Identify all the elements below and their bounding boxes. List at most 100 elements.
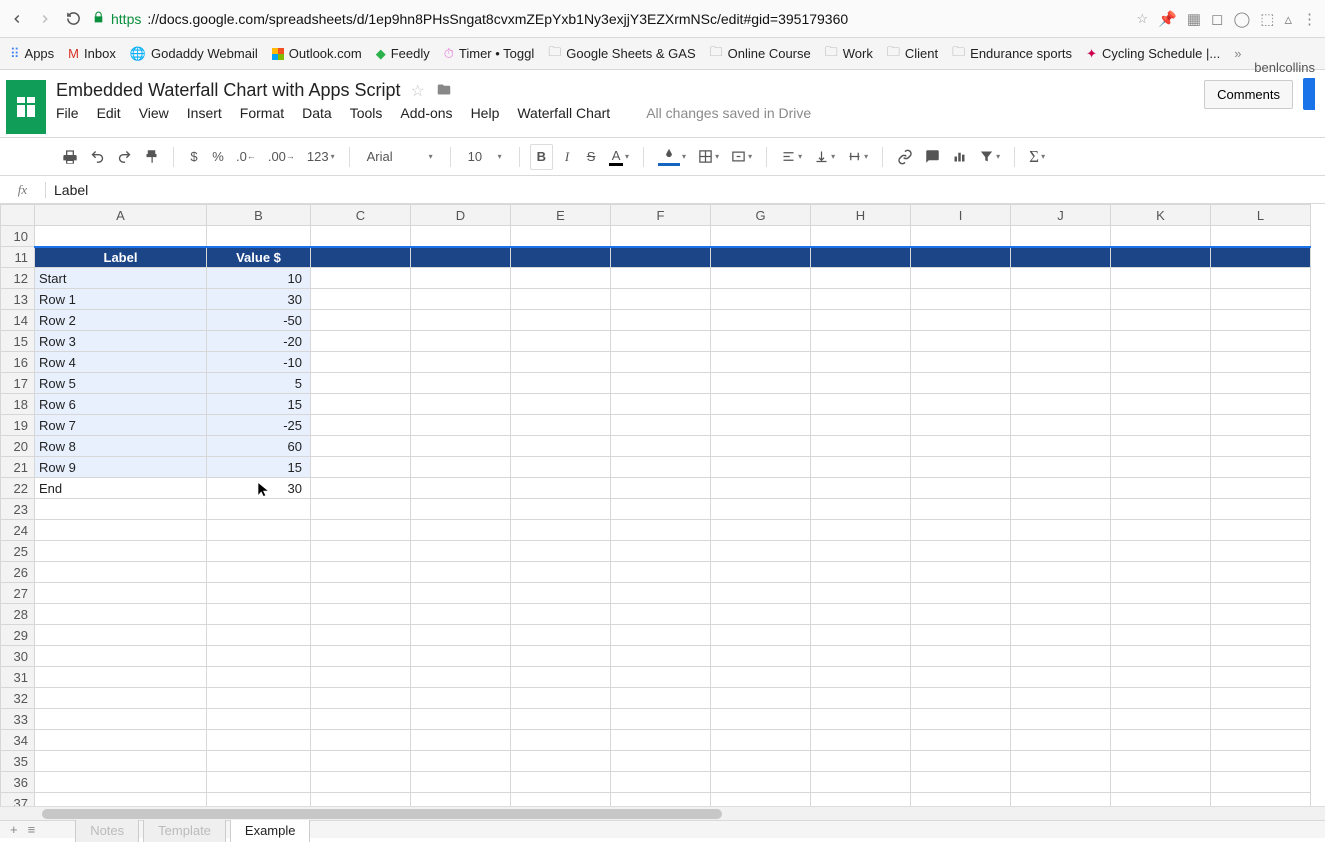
cell-E24[interactable] xyxy=(511,520,611,541)
cell-H26[interactable] xyxy=(811,562,911,583)
cell-C18[interactable] xyxy=(311,394,411,415)
row-header-20[interactable]: 20 xyxy=(1,436,35,457)
cell-K10[interactable] xyxy=(1111,226,1211,247)
cell-L36[interactable] xyxy=(1211,772,1311,793)
cell-B35[interactable] xyxy=(207,751,311,772)
dec-decrease[interactable]: .0← xyxy=(232,144,260,170)
row-header-23[interactable]: 23 xyxy=(1,499,35,520)
menu-edit[interactable]: Edit xyxy=(97,105,121,121)
cell-A36[interactable] xyxy=(35,772,207,793)
cell-D32[interactable] xyxy=(411,688,511,709)
cell-C29[interactable] xyxy=(311,625,411,646)
cell-A11[interactable]: Label xyxy=(35,247,207,268)
bookmark-item[interactable]: 🗀Endurance sports xyxy=(952,43,1072,65)
cell-L13[interactable] xyxy=(1211,289,1311,310)
share-button[interactable] xyxy=(1303,78,1315,110)
cell-G13[interactable] xyxy=(711,289,811,310)
cell-C26[interactable] xyxy=(311,562,411,583)
row-header-10[interactable]: 10 xyxy=(1,226,35,247)
select-all-corner[interactable] xyxy=(1,205,35,226)
ext-icon[interactable]: ▵ xyxy=(1284,10,1292,28)
cell-B12[interactable]: 10 xyxy=(207,268,311,289)
cell-K32[interactable] xyxy=(1111,688,1211,709)
cell-K21[interactable] xyxy=(1111,457,1211,478)
cell-E23[interactable] xyxy=(511,499,611,520)
col-header-H[interactable]: H xyxy=(811,205,911,226)
row-header-30[interactable]: 30 xyxy=(1,646,35,667)
cell-C24[interactable] xyxy=(311,520,411,541)
address-bar[interactable]: https://docs.google.com/spreadsheets/d/1… xyxy=(92,11,1127,27)
cell-J37[interactable] xyxy=(1011,793,1111,807)
col-header-K[interactable]: K xyxy=(1111,205,1211,226)
cell-L30[interactable] xyxy=(1211,646,1311,667)
row-header-27[interactable]: 27 xyxy=(1,583,35,604)
cell-E28[interactable] xyxy=(511,604,611,625)
ext-icon[interactable]: ▦ xyxy=(1187,10,1201,28)
sheets-logo-icon[interactable] xyxy=(6,80,46,134)
cell-F17[interactable] xyxy=(611,373,711,394)
cell-I16[interactable] xyxy=(911,352,1011,373)
cell-C34[interactable] xyxy=(311,730,411,751)
cell-L35[interactable] xyxy=(1211,751,1311,772)
cell-L19[interactable] xyxy=(1211,415,1311,436)
cell-L21[interactable] xyxy=(1211,457,1311,478)
cell-K27[interactable] xyxy=(1111,583,1211,604)
cell-E14[interactable] xyxy=(511,310,611,331)
cell-J20[interactable] xyxy=(1011,436,1111,457)
cell-E27[interactable] xyxy=(511,583,611,604)
cell-K30[interactable] xyxy=(1111,646,1211,667)
row-header-26[interactable]: 26 xyxy=(1,562,35,583)
bookmarks-overflow-icon[interactable]: » xyxy=(1234,46,1241,61)
font-select[interactable]: Arial▾ xyxy=(360,144,440,170)
cell-K24[interactable] xyxy=(1111,520,1211,541)
add-sheet-icon[interactable]: + xyxy=(10,822,18,837)
cell-D15[interactable] xyxy=(411,331,511,352)
cell-B28[interactable] xyxy=(207,604,311,625)
cell-E18[interactable] xyxy=(511,394,611,415)
cell-F16[interactable] xyxy=(611,352,711,373)
ext-icon[interactable]: ◯ xyxy=(1233,10,1250,28)
cell-L16[interactable] xyxy=(1211,352,1311,373)
cell-A24[interactable] xyxy=(35,520,207,541)
cell-B10[interactable] xyxy=(207,226,311,247)
filter-icon[interactable]: ▾ xyxy=(975,144,1004,170)
cell-J26[interactable] xyxy=(1011,562,1111,583)
cell-A19[interactable]: Row 7 xyxy=(35,415,207,436)
back-button[interactable] xyxy=(8,10,26,28)
cell-A15[interactable]: Row 3 xyxy=(35,331,207,352)
cell-I19[interactable] xyxy=(911,415,1011,436)
cell-H23[interactable] xyxy=(811,499,911,520)
col-header-B[interactable]: B xyxy=(207,205,311,226)
row-header-24[interactable]: 24 xyxy=(1,520,35,541)
account-label[interactable]: benlcollins xyxy=(1254,60,1315,75)
cell-D27[interactable] xyxy=(411,583,511,604)
cell-B11[interactable]: Value $ xyxy=(207,247,311,268)
cell-F24[interactable] xyxy=(611,520,711,541)
cell-D31[interactable] xyxy=(411,667,511,688)
cell-H29[interactable] xyxy=(811,625,911,646)
cell-C20[interactable] xyxy=(311,436,411,457)
cell-G29[interactable] xyxy=(711,625,811,646)
cell-A22[interactable]: End xyxy=(35,478,207,499)
cell-K15[interactable] xyxy=(1111,331,1211,352)
cell-K11[interactable] xyxy=(1111,247,1211,268)
dec-increase[interactable]: .00→ xyxy=(264,144,299,170)
cell-I33[interactable] xyxy=(911,709,1011,730)
cell-F26[interactable] xyxy=(611,562,711,583)
cell-F27[interactable] xyxy=(611,583,711,604)
cell-H12[interactable] xyxy=(811,268,911,289)
cell-F36[interactable] xyxy=(611,772,711,793)
cell-D11[interactable] xyxy=(411,247,511,268)
cell-H15[interactable] xyxy=(811,331,911,352)
cell-E34[interactable] xyxy=(511,730,611,751)
cell-L25[interactable] xyxy=(1211,541,1311,562)
cell-D36[interactable] xyxy=(411,772,511,793)
cell-J23[interactable] xyxy=(1011,499,1111,520)
cell-L11[interactable] xyxy=(1211,247,1311,268)
bookmark-item[interactable]: ✦Cycling Schedule |... xyxy=(1086,46,1220,62)
sheet-tab-template[interactable]: Template xyxy=(143,818,226,842)
cell-D17[interactable] xyxy=(411,373,511,394)
cell-D22[interactable] xyxy=(411,478,511,499)
cell-I32[interactable] xyxy=(911,688,1011,709)
cell-L22[interactable] xyxy=(1211,478,1311,499)
